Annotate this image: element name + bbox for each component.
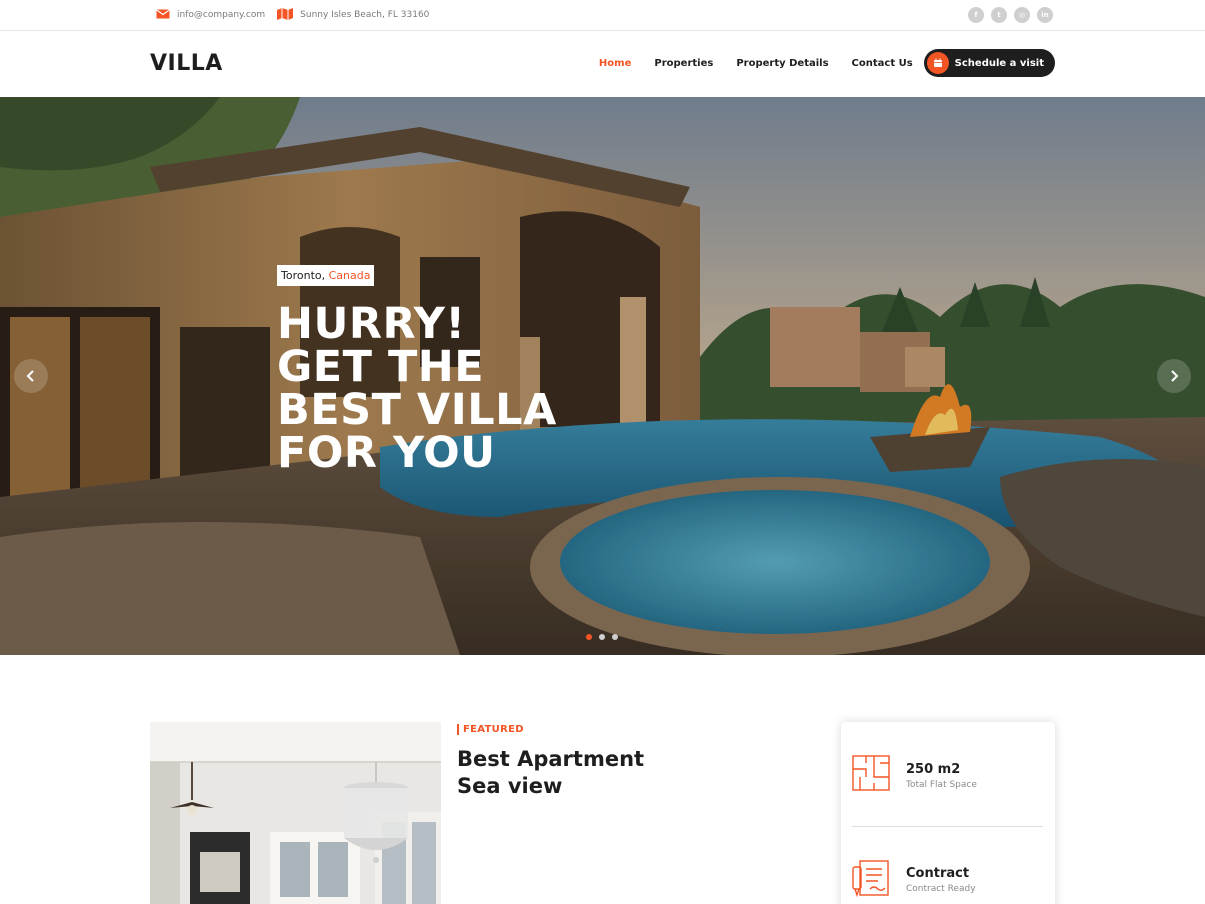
featured-title-line-2: Sea view xyxy=(457,774,563,798)
info-item-flat-space: 250 m2 Total Flat Space xyxy=(852,755,1044,797)
address-item: Sunny Isles Beach, FL 33160 xyxy=(277,7,430,23)
chevron-left-icon xyxy=(26,370,34,382)
email-item[interactable]: info@company.com xyxy=(156,8,265,22)
property-info-card: 250 m2 Total Flat Space Contract Contrac… xyxy=(841,722,1055,904)
schedule-visit-label: Schedule a visit xyxy=(954,57,1044,69)
featured-label: FEATURED xyxy=(457,724,524,735)
slide-dot-2[interactable] xyxy=(599,634,605,640)
hero-background-image xyxy=(0,97,1205,655)
info-contract-caption: Contract Ready xyxy=(906,884,976,894)
location-tag: Toronto, Canada xyxy=(277,265,375,286)
floor-plan-icon xyxy=(852,755,890,797)
instagram-icon[interactable]: ◎ xyxy=(1014,7,1030,23)
calendar-icon xyxy=(926,52,949,74)
headline-line-4: FOR YOU xyxy=(277,428,496,478)
info-divider xyxy=(852,826,1043,827)
facebook-icon[interactable]: f xyxy=(968,7,984,23)
schedule-visit-button[interactable]: Schedule a visit xyxy=(923,49,1055,77)
envelope-icon xyxy=(156,8,170,22)
nav-contact-us[interactable]: Contact Us xyxy=(852,58,913,69)
hero-headline: HURRY! GET THE BEST VILLA FOR YOU xyxy=(277,303,557,475)
next-slide-button[interactable] xyxy=(1157,359,1191,393)
contract-icon xyxy=(852,859,890,901)
map-icon xyxy=(277,7,294,23)
location-country: Canada xyxy=(328,269,371,282)
social-links: f t ◎ in xyxy=(968,7,1053,23)
address-text: Sunny Isles Beach, FL 33160 xyxy=(300,10,430,20)
featured-title-line-1: Best Apartment xyxy=(457,747,645,771)
nav-properties[interactable]: Properties xyxy=(654,58,713,69)
email-text[interactable]: info@company.com xyxy=(177,10,265,20)
linkedin-icon[interactable]: in xyxy=(1037,7,1053,23)
twitter-icon[interactable]: t xyxy=(991,7,1007,23)
location-city: Toronto, xyxy=(281,269,326,282)
featured-image xyxy=(150,722,441,904)
info-flat-space-caption: Total Flat Space xyxy=(906,780,977,790)
nav-home[interactable]: Home xyxy=(599,58,631,69)
chevron-right-icon xyxy=(1171,370,1179,382)
info-contract-value: Contract xyxy=(906,866,970,881)
slide-dot-3[interactable] xyxy=(612,634,618,640)
top-bar: info@company.com Sunny Isles Beach, FL 3… xyxy=(0,0,1205,31)
nav-property-details[interactable]: Property Details xyxy=(736,58,828,69)
main-nav: Home Properties Property Details Contact… xyxy=(576,49,1055,77)
prev-slide-button[interactable] xyxy=(14,359,48,393)
featured-title: Best Apartment Sea view xyxy=(457,746,717,800)
headline-line-3: BEST VILLA xyxy=(277,385,557,435)
headline-line-2: GET THE xyxy=(277,342,485,392)
headline-line-1: HURRY! xyxy=(277,299,466,349)
contact-info: info@company.com Sunny Isles Beach, FL 3… xyxy=(156,0,429,30)
info-item-contract: Contract Contract Ready xyxy=(852,859,1044,901)
info-flat-space-value: 250 m2 xyxy=(906,762,961,777)
site-logo[interactable]: VILLA xyxy=(150,51,223,76)
main-header: VILLA Home Properties Property Details C… xyxy=(0,31,1205,97)
slider-dots xyxy=(586,634,618,640)
hero-slider: Toronto, Canada HURRY! GET THE BEST VILL… xyxy=(0,97,1205,655)
slide-dot-1[interactable] xyxy=(586,634,592,640)
